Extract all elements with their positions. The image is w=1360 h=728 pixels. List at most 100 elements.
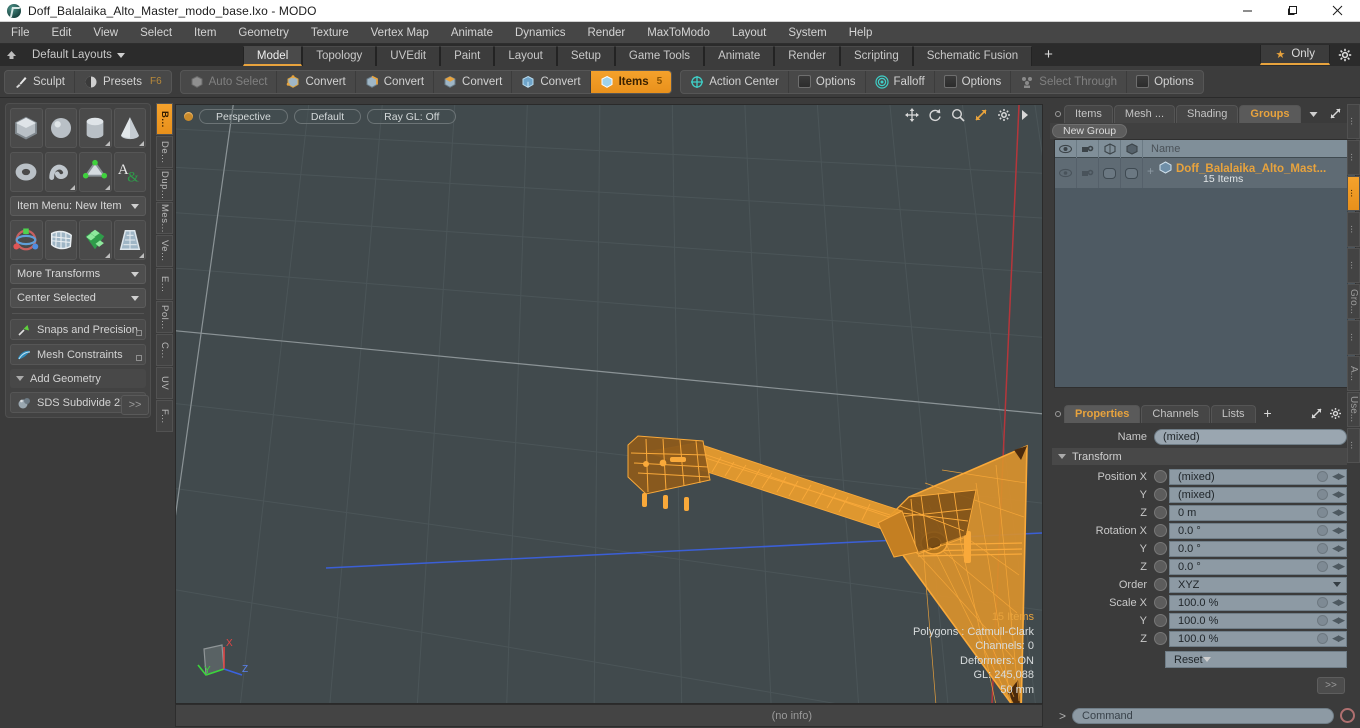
new-group-button[interactable]: New Group [1052, 124, 1128, 138]
mode-button-items-5[interactable]: Items 5 [590, 70, 672, 93]
transform-0-field[interactable]: (mixed) ◀▶ [1169, 468, 1347, 485]
menu-maxtomodo[interactable]: MaxToModo [636, 22, 721, 44]
home-icon[interactable] [0, 44, 22, 66]
default-layouts-dropdown[interactable]: Default Layouts [22, 44, 133, 66]
menu-file[interactable]: File [0, 22, 41, 44]
tool-cylinder-icon[interactable] [79, 108, 112, 148]
menu-edit[interactable]: Edit [41, 22, 83, 44]
mode-button-action-center-0[interactable]: Action Center [681, 70, 789, 93]
maximize-icon[interactable] [1270, 0, 1315, 22]
item-menu-dropdown[interactable]: Item Menu: New Item [10, 196, 146, 216]
left-vtab-2[interactable]: Dup... [156, 169, 173, 201]
name-field[interactable]: (mixed) [1154, 428, 1347, 445]
tool-cone-icon[interactable] [113, 108, 146, 148]
left-vtab-8[interactable]: UV [156, 367, 173, 399]
scale-0-stepper[interactable]: ◀▶ [1332, 597, 1345, 608]
viewport-shading-dropdown[interactable]: Default [293, 108, 362, 124]
menu-animate[interactable]: Animate [440, 22, 504, 44]
order-knob[interactable] [1154, 578, 1167, 591]
menu-dynamics[interactable]: Dynamics [504, 22, 576, 44]
layout-tab-topology[interactable]: Topology [302, 46, 377, 66]
left-vtab-0[interactable]: B... [156, 103, 173, 135]
rotate-icon[interactable] [928, 108, 942, 125]
tab-items[interactable]: Items [1064, 105, 1113, 123]
left-vtab-4[interactable]: Ve... [156, 235, 173, 267]
menu-render[interactable]: Render [576, 22, 636, 44]
mode-button-options-3[interactable]: Options [935, 70, 1012, 93]
3d-viewport[interactable]: Perspective Default Ray GL: Off X Y Z 15… [175, 104, 1043, 704]
transform-3-stepper[interactable]: ◀▶ [1332, 525, 1345, 536]
right-vtab-1[interactable]: ... [1347, 140, 1360, 175]
transform-4-channel-dot[interactable] [1317, 543, 1328, 554]
transform-3-field[interactable]: 0.0 ° ◀▶ [1169, 522, 1347, 539]
mode-button-presets-1[interactable]: Presets F6 [75, 71, 171, 93]
right-vtab-9[interactable]: ... [1347, 428, 1360, 463]
mode-button-options-1[interactable]: Options [789, 70, 866, 93]
add-geometry-section[interactable]: Add Geometry [10, 369, 146, 388]
menu-system[interactable]: System [777, 22, 837, 44]
layout-tab-render[interactable]: Render [774, 46, 840, 66]
scale-0-knob[interactable] [1154, 596, 1167, 609]
tool-checker-deform-icon[interactable] [79, 220, 112, 260]
transform-3-channel-dot[interactable] [1317, 525, 1328, 536]
gear-icon[interactable] [1329, 407, 1342, 423]
right-vtab-4[interactable]: ... [1347, 248, 1360, 283]
left-vtab-3[interactable]: Mes... [156, 202, 173, 234]
tab-groups[interactable]: Groups [1239, 105, 1301, 123]
transform-0-knob[interactable] [1154, 470, 1167, 483]
transform-5-knob[interactable] [1154, 560, 1167, 573]
layout-tab-layout[interactable]: Layout [494, 46, 557, 66]
expand-toolbox-button[interactable]: >> [121, 395, 149, 415]
transform-4-stepper[interactable]: ◀▶ [1332, 543, 1345, 554]
tool-cube-icon[interactable] [10, 108, 43, 148]
transform-1-field[interactable]: (mixed) ◀▶ [1169, 486, 1347, 503]
right-vtab-3[interactable]: ... [1347, 212, 1360, 247]
transform-2-stepper[interactable]: ◀▶ [1332, 507, 1345, 518]
right-vtab-2[interactable]: ... [1347, 176, 1360, 211]
left-vtab-7[interactable]: C... [156, 334, 173, 366]
right-vtab-6[interactable]: ... [1347, 320, 1360, 355]
mode-button-convert-3[interactable]: Convert [434, 70, 513, 93]
transform-4-knob[interactable] [1154, 542, 1167, 555]
tool-tube-icon[interactable] [44, 152, 77, 192]
tool-polygon-pen-icon[interactable] [79, 152, 112, 192]
panel-menu-dot[interactable] [1052, 104, 1064, 123]
tool-sphere-icon[interactable] [44, 108, 77, 148]
left-vtab-5[interactable]: E... [156, 268, 173, 300]
minimize-icon[interactable] [1225, 0, 1270, 22]
scale-1-knob[interactable] [1154, 614, 1167, 627]
order-dropdown[interactable]: XYZ [1169, 576, 1347, 593]
expand-row-icon[interactable]: + [1147, 164, 1154, 178]
scale-1-channel-dot[interactable] [1317, 615, 1328, 626]
layout-tab-schematic-fusion[interactable]: Schematic Fusion [912, 46, 1033, 66]
mesh-constraints-button[interactable]: Mesh Constraints [10, 344, 146, 365]
tool-bend-grid-icon[interactable] [44, 220, 77, 260]
tool-text-icon[interactable]: A & [113, 152, 146, 192]
raygl-toggle[interactable]: Ray GL: Off [367, 108, 457, 124]
row-render-toggle[interactable] [1077, 158, 1099, 188]
tab-lists[interactable]: Lists [1210, 405, 1256, 423]
layout-tab-setup[interactable]: Setup [556, 46, 615, 66]
only-toggle[interactable]: ★ Only [1260, 45, 1330, 65]
transform-5-stepper[interactable]: ◀▶ [1332, 561, 1345, 572]
right-vtab-8[interactable]: Use... [1347, 392, 1360, 427]
viewport-projection-dropdown[interactable]: Perspective [199, 108, 288, 124]
center-selected-dropdown[interactable]: Center Selected [10, 288, 146, 308]
reset-dropdown[interactable]: Reset [1165, 651, 1347, 668]
layout-tab-game-tools[interactable]: Game Tools [614, 46, 705, 66]
mode-button-convert-1[interactable]: Convert [277, 70, 356, 93]
expand-icon[interactable] [1310, 407, 1323, 423]
transform-4-field[interactable]: 0.0 ° ◀▶ [1169, 540, 1347, 557]
transform-5-channel-dot[interactable] [1317, 561, 1328, 572]
transform-2-channel-dot[interactable] [1317, 507, 1328, 518]
expand-properties-button[interactable]: >> [1317, 677, 1345, 694]
mode-button-select-through-4[interactable]: Select Through [1011, 70, 1128, 93]
record-icon[interactable] [1340, 708, 1355, 723]
menu-view[interactable]: View [82, 22, 129, 44]
transform-0-channel-dot[interactable] [1317, 471, 1328, 482]
mode-button-auto-select-0[interactable]: Auto Select [181, 70, 278, 93]
transform-5-field[interactable]: 0.0 ° ◀▶ [1169, 558, 1347, 575]
layout-tab-animate[interactable]: Animate [704, 46, 775, 66]
add-layout-tab[interactable]: + [1032, 46, 1065, 66]
add-properties-tab[interactable]: + [1257, 405, 1279, 423]
